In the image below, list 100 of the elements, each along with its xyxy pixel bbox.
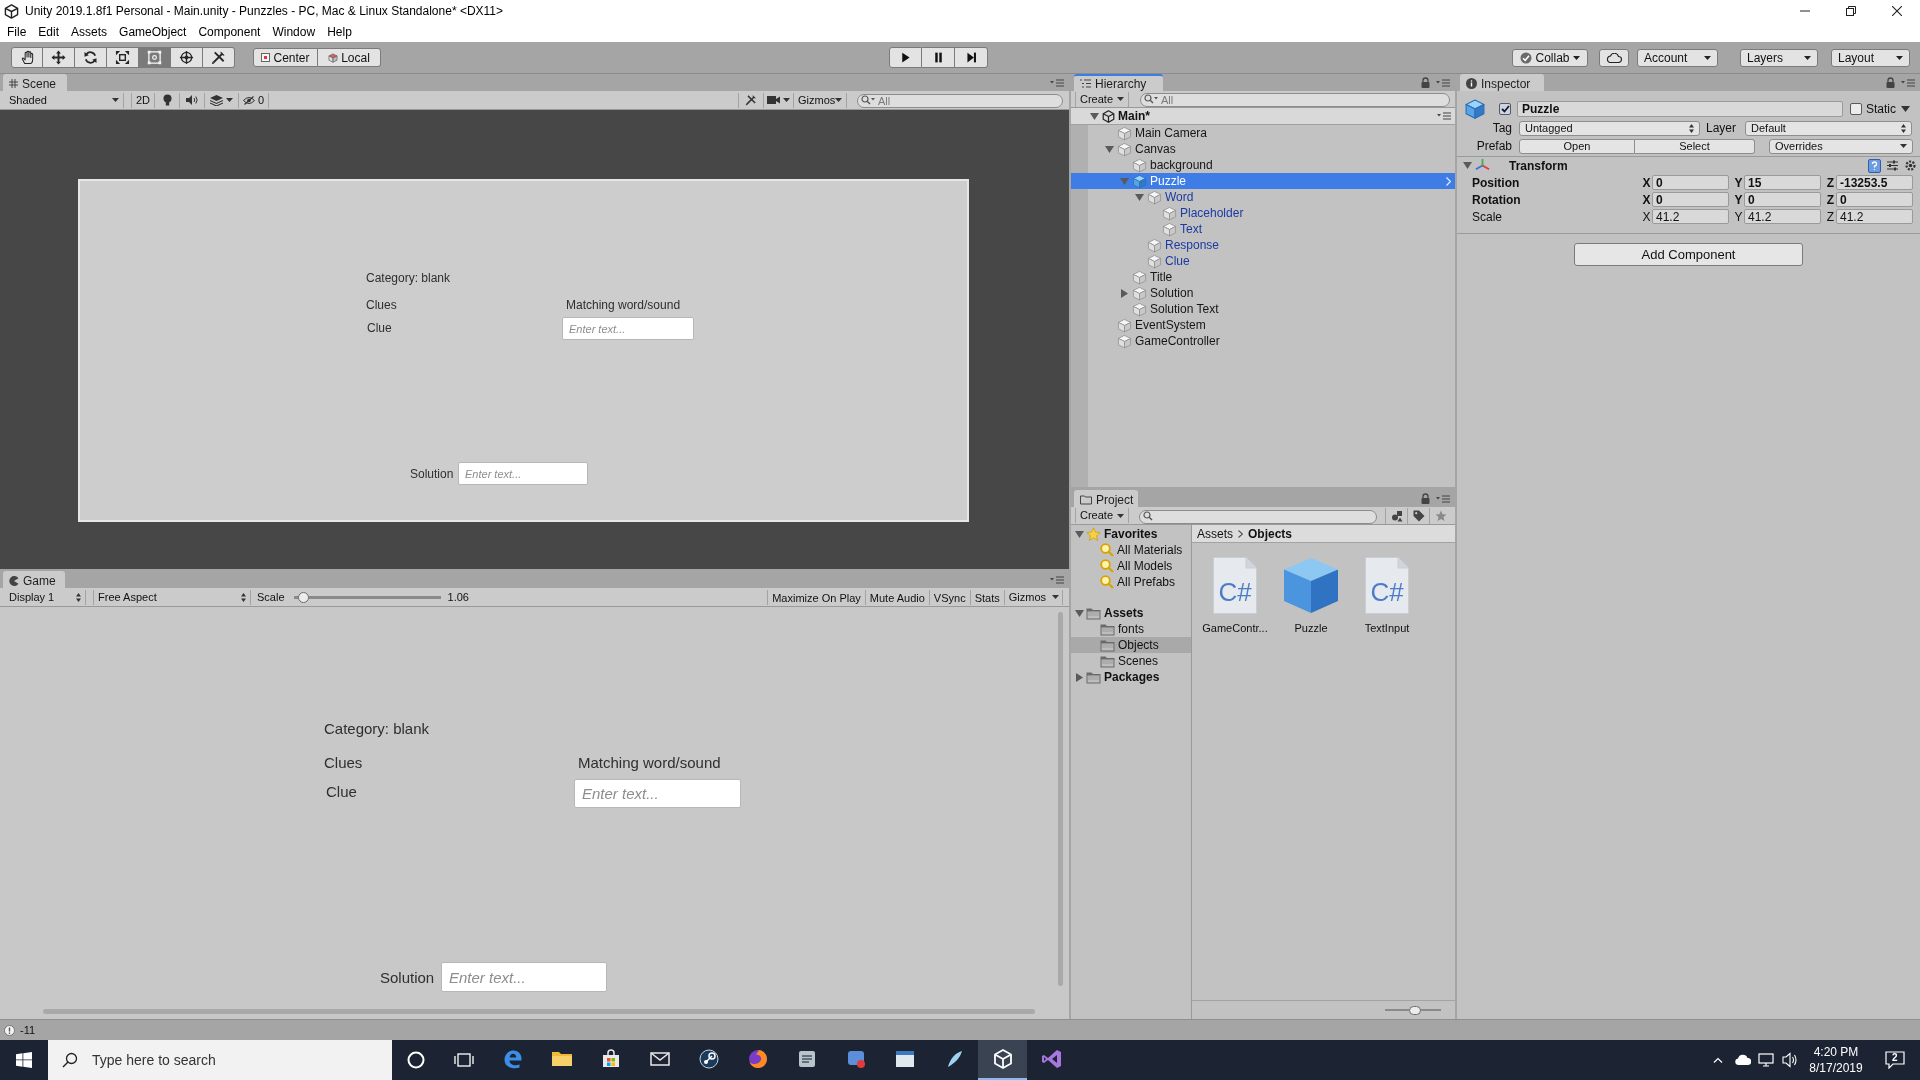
number-field[interactable]: 0 — [1744, 192, 1821, 207]
hierarchy-item[interactable]: Solution — [1071, 285, 1455, 301]
project-tree-item[interactable]: Scenes — [1071, 653, 1191, 669]
hierarchy-item[interactable]: background — [1071, 157, 1455, 173]
hierarchy-item[interactable]: Response — [1071, 237, 1455, 253]
project-tree-item[interactable]: Assets — [1071, 605, 1191, 621]
toolbar-dropdown[interactable]: Layout — [1831, 48, 1910, 67]
hierarchy-item[interactable]: Clue — [1071, 253, 1455, 269]
panel-tab[interactable]: Scene — [3, 74, 67, 91]
number-field[interactable]: 15 — [1744, 175, 1821, 190]
breadcrumb-link[interactable]: Objects — [1248, 524, 1293, 543]
play-control-button[interactable] — [922, 47, 955, 68]
project-tree-item[interactable]: fonts — [1071, 621, 1191, 637]
tool-button[interactable] — [203, 47, 235, 68]
text-input-field[interactable]: Enter text... — [458, 462, 588, 485]
number-field[interactable]: 41.2 — [1836, 209, 1913, 224]
hierarchy-item[interactable]: Puzzle — [1071, 173, 1455, 189]
aspect-dropdown[interactable]: Free Aspect — [93, 589, 251, 605]
number-field[interactable]: 0 — [1652, 175, 1729, 190]
taskbar-app-button[interactable] — [978, 1040, 1027, 1080]
search-field[interactable]: All — [1140, 93, 1450, 108]
static-checkbox[interactable] — [1850, 103, 1862, 115]
panel-tab[interactable]: Inspector — [1460, 74, 1544, 91]
hierarchy-item[interactable]: Word — [1071, 189, 1455, 205]
create-dropdown[interactable]: Create — [1075, 91, 1129, 107]
hierarchy-item[interactable]: Placeholder — [1071, 205, 1455, 221]
number-field[interactable]: 0 — [1836, 192, 1913, 207]
notification-button[interactable]: 2 — [1870, 1040, 1920, 1080]
hierarchy-item[interactable]: Solution Text — [1071, 301, 1455, 317]
menu-item[interactable]: Component — [192, 22, 267, 42]
tool-button[interactable] — [107, 47, 139, 68]
panel-tab[interactable]: Project — [1074, 490, 1138, 507]
search-field[interactable] — [1139, 509, 1377, 524]
draw-mode-dropdown[interactable]: Shaded — [5, 92, 124, 108]
pivot-button[interactable]: Local — [318, 48, 381, 67]
toggle-button[interactable]: Maximize On Play — [767, 589, 865, 605]
add-component-button[interactable]: Add Component — [1574, 243, 1803, 266]
slider-thumb[interactable] — [1409, 1005, 1422, 1015]
hierarchy-item[interactable]: Title — [1071, 269, 1455, 285]
camera-dropdown[interactable] — [763, 92, 793, 108]
layer-dropdown[interactable]: Default — [1745, 120, 1913, 136]
menu-item[interactable]: File — [1, 22, 33, 42]
search-field[interactable]: All — [857, 94, 1063, 109]
search-box[interactable]: Type here to search — [48, 1040, 392, 1080]
breadcrumb-link[interactable]: Assets — [1197, 524, 1233, 543]
project-tree-item[interactable]: Objects — [1071, 637, 1191, 653]
tool-button[interactable] — [11, 47, 43, 68]
panel-tab[interactable]: Game — [3, 571, 65, 588]
menu-item[interactable]: GameObject — [113, 22, 193, 42]
toggle-button[interactable]: VSync — [928, 589, 970, 605]
play-control-button[interactable] — [889, 47, 922, 68]
panel-tab[interactable]: Hierarchy — [1074, 74, 1163, 91]
hierarchy-item[interactable]: GameController — [1071, 333, 1455, 349]
pivot-button[interactable]: Center — [253, 48, 318, 67]
collab-dropdown[interactable]: Collab — [1512, 48, 1588, 67]
toggle-button[interactable]: Mute Audio — [864, 589, 929, 605]
overrides-dropdown[interactable]: Overrides — [1769, 138, 1913, 154]
mode-2d-button[interactable]: 2D — [131, 92, 155, 108]
project-tree-item[interactable]: All Prefabs — [1071, 574, 1191, 590]
toggle-button[interactable]: Stats — [969, 589, 1004, 605]
hierarchy-item[interactable]: Main Camera — [1071, 125, 1455, 141]
hidden-objects-toggle[interactable]: 0 — [239, 92, 269, 108]
slider-thumb[interactable] — [297, 591, 309, 603]
hierarchy-item[interactable]: Canvas — [1071, 141, 1455, 157]
menu-item[interactable]: Help — [321, 22, 358, 42]
toolbar-dropdown[interactable]: Layers — [1740, 48, 1818, 67]
project-tree-item[interactable]: All Models — [1071, 558, 1191, 574]
menu-item[interactable]: Assets — [65, 22, 114, 42]
active-checkbox[interactable] — [1499, 103, 1511, 115]
cloud-button[interactable] — [1599, 48, 1629, 67]
menu-item[interactable]: Edit — [32, 22, 66, 42]
asset-label[interactable]: Puzzle — [1292, 620, 1330, 637]
project-tree-item[interactable]: All Materials — [1071, 542, 1191, 558]
text-input-field[interactable]: Enter text... — [574, 779, 741, 808]
vertical-scrollbar[interactable] — [1058, 612, 1063, 986]
display-dropdown[interactable]: Display 1 — [5, 589, 86, 605]
text-input-field[interactable]: Enter text... — [562, 317, 694, 340]
hierarchy-item[interactable]: EventSystem — [1071, 317, 1455, 333]
asset-label[interactable]: GameContr... — [1200, 620, 1270, 637]
number-field[interactable]: -13253.5 — [1836, 175, 1913, 190]
menu-item[interactable]: Window — [266, 22, 322, 42]
number-field[interactable]: 0 — [1652, 192, 1729, 207]
number-field[interactable]: 41.2 — [1652, 209, 1729, 224]
text-input-field[interactable]: Enter text... — [441, 962, 607, 992]
tool-button[interactable] — [43, 47, 75, 68]
prefab-button[interactable]: Open — [1519, 138, 1635, 154]
project-tree-item[interactable]: Favorites — [1071, 526, 1191, 542]
toolbar-dropdown[interactable]: Account — [1637, 48, 1718, 67]
prefab-button[interactable]: Select — [1635, 138, 1755, 154]
tool-button[interactable] — [75, 47, 107, 68]
project-tree-item[interactable]: Packages — [1071, 669, 1191, 685]
create-dropdown[interactable]: Create — [1075, 508, 1129, 523]
number-field[interactable]: 41.2 — [1744, 209, 1821, 224]
name-field[interactable]: Puzzle — [1517, 101, 1843, 117]
play-control-button[interactable] — [955, 47, 988, 68]
gizmos-dropdown[interactable]: Gizmos — [1003, 589, 1063, 605]
tag-dropdown[interactable]: Untagged — [1519, 120, 1700, 136]
asset-label[interactable]: TextInput — [1362, 620, 1412, 637]
tool-button[interactable] — [171, 47, 203, 68]
horizontal-scrollbar[interactable] — [43, 1009, 1035, 1014]
